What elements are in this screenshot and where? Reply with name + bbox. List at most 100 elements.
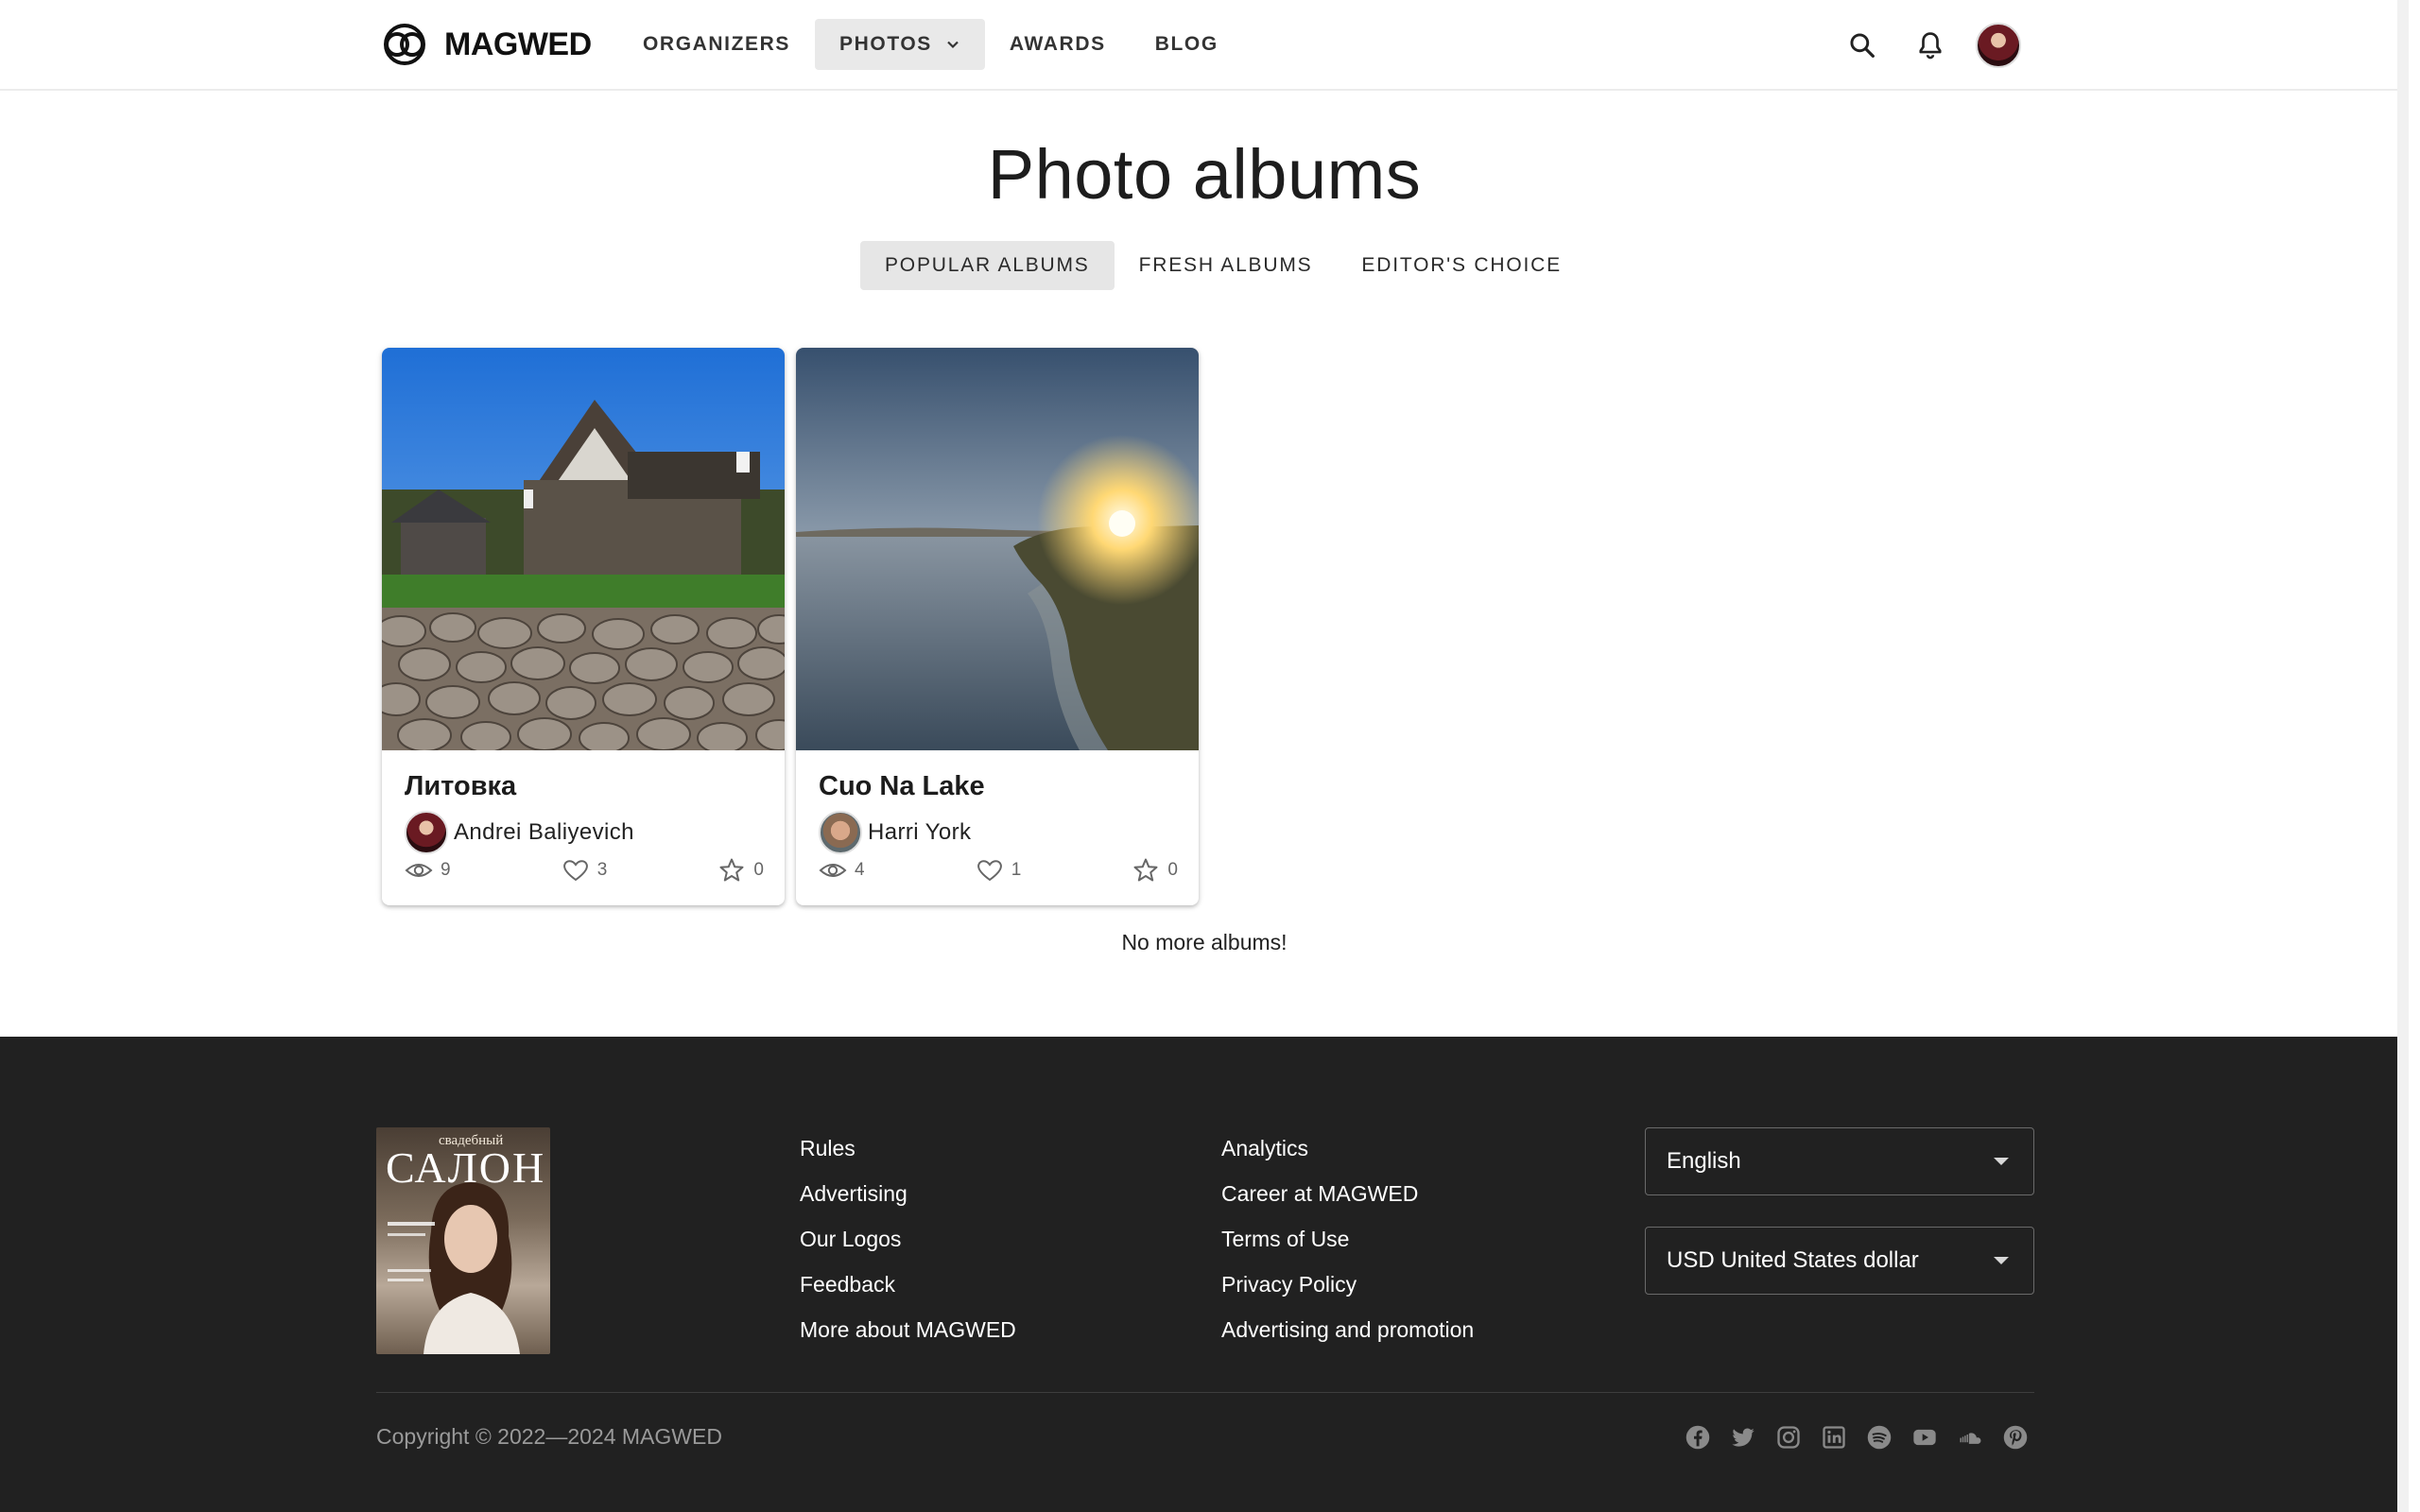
search-icon bbox=[1850, 33, 1875, 58]
chevron-down-icon bbox=[947, 41, 959, 49]
caret-down-icon bbox=[1994, 1257, 2009, 1264]
stars-count: 0 bbox=[1167, 860, 1178, 880]
facebook-icon bbox=[1685, 1425, 1710, 1450]
footer-divider bbox=[376, 1392, 2034, 1393]
album-cover-art bbox=[382, 348, 785, 750]
nav-organizers[interactable]: ORGANIZERS bbox=[618, 19, 815, 70]
album-title[interactable]: Cuo Na Lake bbox=[819, 771, 985, 802]
footer-link-rules[interactable]: Rules bbox=[800, 1135, 1016, 1161]
footer-links-col-1: Rules Advertising Our Logos Feedback Mor… bbox=[800, 1135, 1016, 1343]
album-cover-image[interactable] bbox=[796, 348, 1199, 750]
album-card[interactable]: Литовка Andrei Baliyevich 9 3 0 bbox=[382, 348, 785, 905]
youtube-icon bbox=[1913, 1429, 1936, 1446]
eye-icon bbox=[405, 864, 433, 877]
footer-link-terms[interactable]: Terms of Use bbox=[1221, 1226, 1474, 1252]
eye-icon bbox=[819, 864, 847, 877]
magwed-logo[interactable]: MAGWED bbox=[376, 23, 592, 66]
album-cover-image[interactable] bbox=[382, 348, 785, 750]
stars-count: 0 bbox=[753, 860, 764, 880]
instagram-link[interactable] bbox=[1775, 1424, 1802, 1451]
youtube-link[interactable] bbox=[1911, 1424, 1938, 1451]
footer: свадебный САЛОН Rules Advertising Our Lo… bbox=[0, 1037, 2409, 1512]
views-stat: 9 bbox=[405, 858, 451, 883]
footer-link-feedback[interactable]: Feedback bbox=[800, 1271, 1016, 1297]
stars-stat[interactable]: 0 bbox=[717, 858, 764, 883]
spotify-icon bbox=[1867, 1425, 1892, 1450]
currency-value: USD United States dollar bbox=[1667, 1247, 1919, 1273]
album-stats: 9 3 0 bbox=[405, 858, 764, 883]
album-stats: 4 1 0 bbox=[819, 858, 1178, 883]
footer-link-our-logos[interactable]: Our Logos bbox=[800, 1226, 1016, 1252]
user-avatar[interactable] bbox=[1976, 23, 2021, 68]
language-select[interactable]: English bbox=[1645, 1127, 2034, 1195]
header-actions bbox=[1841, 21, 2021, 70]
search-button[interactable] bbox=[1841, 25, 1883, 66]
magazine-cover-image[interactable]: свадебный САЛОН bbox=[376, 1127, 550, 1354]
tab-popular-albums-label: POPULAR ALBUMS bbox=[885, 254, 1090, 276]
likes-stat[interactable]: 1 bbox=[976, 858, 1022, 883]
page: MAGWED ORGANIZERS PHOTOS AWARDS BLOG Pho… bbox=[0, 0, 2409, 1512]
views-count: 4 bbox=[855, 860, 865, 880]
nav-photos-label: PHOTOS bbox=[839, 33, 932, 55]
star-icon bbox=[719, 858, 744, 882]
caret-down-icon bbox=[1994, 1158, 2009, 1165]
album-cover-art bbox=[796, 348, 1199, 750]
social-links bbox=[1685, 1424, 2029, 1451]
logo-text: MAGWED bbox=[444, 26, 592, 62]
stars-stat[interactable]: 0 bbox=[1132, 858, 1178, 883]
author-name: Harri York bbox=[868, 819, 972, 845]
facebook-link[interactable] bbox=[1685, 1424, 1711, 1451]
copyright-text: Copyright © 2022—2024 MAGWED bbox=[376, 1424, 722, 1449]
nav-organizers-label: ORGANIZERS bbox=[643, 33, 791, 55]
heart-icon bbox=[977, 860, 1002, 882]
instagram-icon bbox=[1777, 1426, 1800, 1449]
scrollbar[interactable] bbox=[2397, 0, 2409, 1512]
notifications-button[interactable] bbox=[1910, 25, 1951, 66]
tab-editors-choice[interactable]: EDITOR'S CHOICE bbox=[1337, 241, 1585, 290]
footer-links-col-2: Analytics Career at MAGWED Terms of Use … bbox=[1221, 1135, 1474, 1343]
album-author[interactable]: Harri York bbox=[819, 811, 971, 854]
pinterest-icon bbox=[2003, 1425, 2028, 1450]
linkedin-link[interactable] bbox=[1821, 1424, 1847, 1451]
no-more-albums-text: No more albums! bbox=[1121, 930, 1288, 954]
album-author[interactable]: Andrei Baliyevich bbox=[405, 811, 634, 854]
views-count: 9 bbox=[441, 860, 451, 880]
bell-icon bbox=[1919, 32, 1942, 60]
views-stat: 4 bbox=[819, 858, 865, 883]
nav-awards-label: AWARDS bbox=[1009, 33, 1106, 55]
album-card[interactable]: Cuo Na Lake Harri York 4 1 0 bbox=[796, 348, 1199, 905]
pinterest-link[interactable] bbox=[2002, 1424, 2029, 1451]
nav-awards[interactable]: AWARDS bbox=[985, 19, 1131, 70]
nav-blog-label: BLOG bbox=[1154, 33, 1219, 55]
page-title: Photo albums bbox=[987, 135, 1422, 214]
likes-count: 1 bbox=[1011, 860, 1022, 880]
author-name: Andrei Baliyevich bbox=[454, 819, 634, 845]
album-tabs: POPULAR ALBUMS FRESH ALBUMS EDITOR'S CHO… bbox=[860, 241, 1586, 290]
footer-link-more-about[interactable]: More about MAGWED bbox=[800, 1316, 1016, 1343]
tab-popular-albums[interactable]: POPULAR ALBUMS bbox=[860, 241, 1115, 290]
album-title[interactable]: Литовка bbox=[405, 771, 516, 802]
currency-select[interactable]: USD United States dollar bbox=[1645, 1227, 2034, 1295]
footer-link-analytics[interactable]: Analytics bbox=[1221, 1135, 1474, 1161]
nav-photos[interactable]: PHOTOS bbox=[815, 19, 985, 70]
nav-blog[interactable]: BLOG bbox=[1131, 19, 1243, 70]
top-header: MAGWED ORGANIZERS PHOTOS AWARDS BLOG bbox=[0, 0, 2409, 91]
soundcloud-icon bbox=[1960, 1433, 1981, 1444]
soundcloud-link[interactable] bbox=[1957, 1424, 1983, 1451]
spotify-link[interactable] bbox=[1866, 1424, 1893, 1451]
footer-link-privacy[interactable]: Privacy Policy bbox=[1221, 1271, 1474, 1297]
footer-link-advertising-promotion[interactable]: Advertising and promotion bbox=[1221, 1316, 1474, 1343]
author-avatar bbox=[819, 811, 862, 854]
twitter-icon bbox=[1732, 1428, 1754, 1447]
twitter-link[interactable] bbox=[1730, 1424, 1756, 1451]
tab-fresh-albums[interactable]: FRESH ALBUMS bbox=[1115, 241, 1338, 290]
tab-fresh-albums-label: FRESH ALBUMS bbox=[1138, 254, 1313, 276]
footer-link-career[interactable]: Career at MAGWED bbox=[1221, 1180, 1474, 1207]
magazine-title: САЛОН bbox=[386, 1143, 546, 1192]
likes-stat[interactable]: 3 bbox=[562, 858, 608, 883]
likes-count: 3 bbox=[596, 860, 608, 880]
logo-mark-icon bbox=[384, 24, 425, 65]
linkedin-icon bbox=[1823, 1426, 1845, 1449]
footer-link-advertising[interactable]: Advertising bbox=[800, 1180, 1016, 1207]
author-avatar bbox=[405, 811, 448, 854]
